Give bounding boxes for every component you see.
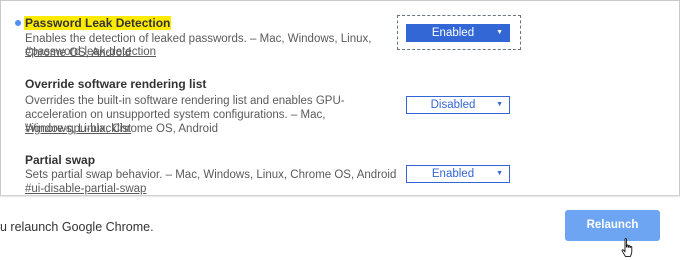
flag-anchor-link[interactable]: #password-leak-detection: [25, 45, 156, 59]
select-value: Enabled: [431, 27, 475, 39]
relaunch-message: u relaunch Google Chrome.: [0, 220, 154, 234]
flag-title: Password Leak Detection: [24, 16, 172, 30]
chevron-down-icon: ▼: [496, 170, 503, 177]
flag-description: Sets partial swap behavior. – Mac, Windo…: [25, 169, 397, 181]
select-value: Enabled: [431, 168, 475, 180]
modified-dot-icon: [15, 20, 21, 26]
hand-pointer-icon: [621, 238, 633, 258]
flag-anchor-link[interactable]: #ui-disable-partial-swap: [25, 182, 146, 196]
chevron-down-icon: ▼: [496, 29, 503, 36]
flag-title: Partial swap: [25, 153, 96, 167]
flag-anchor-link[interactable]: #ignore-gpu-blacklist: [25, 122, 131, 136]
flag-state-select[interactable]: Enabled ▼: [406, 165, 510, 183]
chevron-down-icon: ▼: [496, 101, 503, 108]
flag-title: Override software rendering list: [25, 77, 207, 91]
relaunch-footer: u relaunch Google Chrome. Relaunch: [0, 198, 680, 260]
select-value: Disabled: [430, 99, 476, 111]
flag-state-select[interactable]: Enabled ▼: [406, 24, 510, 42]
flag-state-select[interactable]: Disabled ▼: [406, 96, 510, 114]
relaunch-button[interactable]: Relaunch: [565, 210, 660, 241]
